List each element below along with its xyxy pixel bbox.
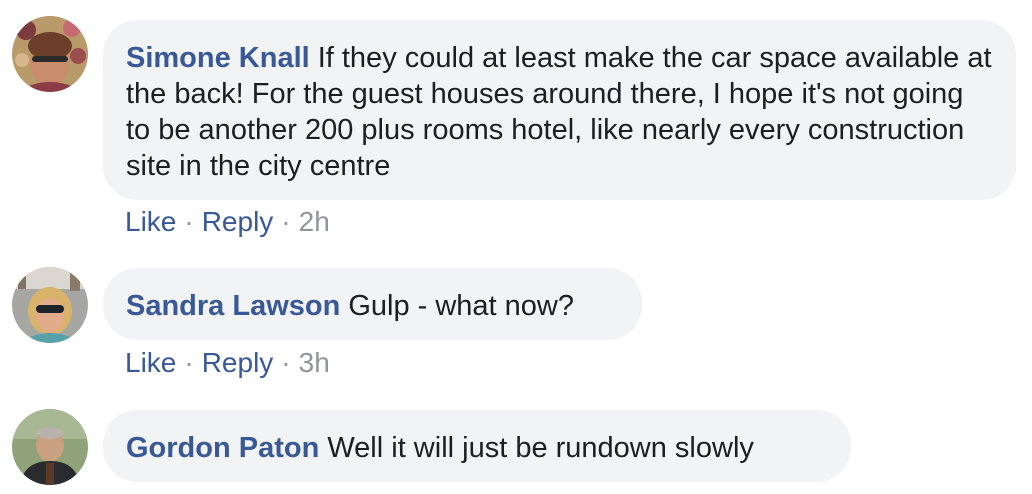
comment-actions: Like · Reply · 3h (125, 347, 330, 379)
comment-timestamp[interactable]: 2h (299, 206, 330, 237)
like-button[interactable]: Like (125, 347, 176, 378)
comment-author-link[interactable]: Gordon Paton (126, 432, 319, 464)
separator-dot: · (281, 347, 291, 378)
comment-text: Gulp - what now? (348, 290, 574, 322)
separator-dot: · (281, 206, 291, 237)
comment-actions: Like · Reply · 2h (125, 206, 330, 238)
reply-button[interactable]: Reply (202, 206, 274, 237)
separator-dot: · (184, 347, 194, 378)
like-button[interactable]: Like (125, 206, 176, 237)
comment-bubble: Sandra Lawson Gulp - what now? (103, 268, 642, 340)
avatar-image (12, 409, 88, 485)
comment-bubble: Simone Knall If they could at least make … (103, 20, 1016, 200)
avatar[interactable] (12, 267, 88, 343)
reply-button[interactable]: Reply (202, 347, 274, 378)
separator-dot: · (184, 206, 194, 237)
comment-author-link[interactable]: Simone Knall (126, 42, 310, 74)
comment-text: Well it will just be rundown slowly (327, 432, 754, 464)
comment-timestamp[interactable]: 3h (299, 347, 330, 378)
avatar[interactable] (12, 16, 88, 92)
avatar[interactable] (12, 409, 88, 485)
comment-author-link[interactable]: Sandra Lawson (126, 290, 340, 322)
avatar-image (12, 267, 88, 343)
comment-bubble: Gordon Paton Well it will just be rundown… (103, 410, 851, 482)
avatar-image (12, 16, 88, 92)
